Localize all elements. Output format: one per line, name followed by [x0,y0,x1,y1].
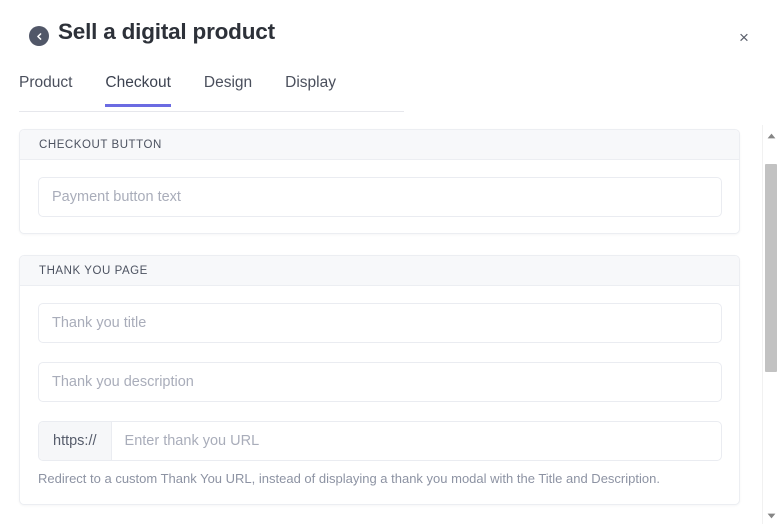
settings-scroll-area: CHECKOUT BUTTON Payment button text THAN… [0,113,779,524]
chevron-left-icon [35,32,44,41]
tab-product[interactable]: Product [19,72,72,107]
thank-you-page-section-title: THANK YOU PAGE [39,264,148,277]
thank-you-page-section-body: Thank you title Thank you description ht… [20,286,739,504]
thank-you-description-placeholder: Thank you description [52,374,194,390]
sell-digital-product-modal: Sell a digital product × Product Checkou… [0,0,779,524]
checkout-button-section-header: CHECKOUT BUTTON [20,130,739,160]
vertical-scrollbar[interactable] [762,125,779,524]
thank-you-title-input[interactable]: Thank you title [38,303,722,343]
thank-you-page-section: THANK YOU PAGE Thank you title Thank you… [19,255,740,506]
tab-design[interactable]: Design [204,72,252,107]
scrollbar-down-button[interactable] [763,507,779,522]
checkout-button-section-body: Payment button text [20,160,739,233]
triangle-up-icon [767,126,776,144]
close-button[interactable]: × [731,24,757,50]
close-icon: × [739,27,749,47]
checkout-button-section: CHECKOUT BUTTON Payment button text [19,129,740,234]
back-button[interactable] [29,26,49,46]
scrollbar-track[interactable] [763,142,779,507]
thank-you-url-placeholder: Enter thank you URL [124,433,260,449]
thank-you-description-input[interactable]: Thank you description [38,362,722,402]
thank-you-url-helper-text: Redirect to a custom Thank You URL, inst… [38,471,660,486]
thank-you-title-placeholder: Thank you title [52,315,147,331]
scrollbar-up-button[interactable] [763,127,779,142]
modal-header: Sell a digital product × [0,0,779,68]
tab-bar: Product Checkout Design Display [19,72,404,112]
page-title: Sell a digital product [58,19,275,44]
thank-you-url-input[interactable]: Enter thank you URL [112,422,721,460]
payment-button-text-input[interactable]: Payment button text [38,177,722,217]
settings-content: CHECKOUT BUTTON Payment button text THAN… [0,113,752,524]
tab-display[interactable]: Display [285,72,336,107]
scrollbar-thumb[interactable] [765,164,777,372]
checkout-button-section-title: CHECKOUT BUTTON [39,138,162,151]
thank-you-page-section-header: THANK YOU PAGE [20,256,739,286]
thank-you-url-prefix: https:// [39,422,112,460]
payment-button-text-placeholder: Payment button text [52,189,181,205]
thank-you-url-field-group: https:// Enter thank you URL [38,421,722,461]
tab-checkout[interactable]: Checkout [105,72,171,107]
triangle-down-icon [767,506,776,524]
